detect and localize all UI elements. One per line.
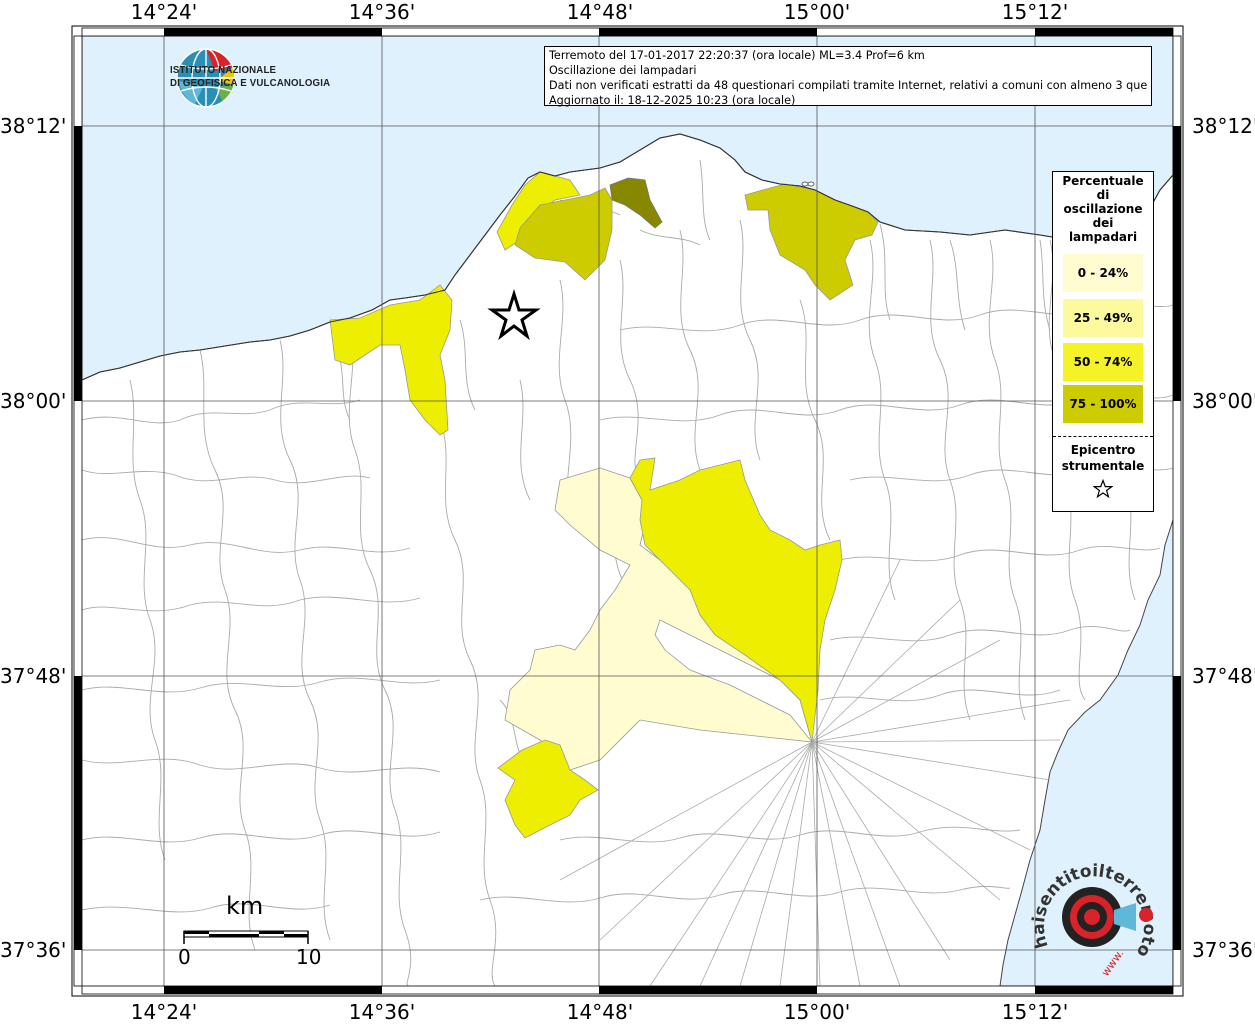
lat-label-left: 38°00' (0, 389, 67, 413)
ingv-name: ISTITUTO NAZIONALE DI GEOFISICA E VULCAN… (170, 64, 330, 90)
lat-label-left: 38°12' (0, 114, 67, 138)
legend-item-75-100: 75 - 100% (1063, 385, 1143, 423)
event-info-line2: Oscillazione dei lampadari (549, 64, 697, 77)
scale-start-label: 0 (178, 945, 191, 969)
star-icon (1093, 479, 1113, 499)
lat-label-right: 38°00' (1192, 389, 1255, 413)
legend-item-25-49: 25 - 49% (1063, 299, 1143, 337)
legend-epicenter-text: Epicentro strumentale (1061, 443, 1145, 473)
lat-label-right: 37°36' (1192, 938, 1255, 962)
legend-epicenter-label: Epicentro strumentale (1053, 442, 1153, 474)
legend-title-text: Percentuale di oscillazione dei lampadar… (1062, 174, 1144, 244)
event-info-line4: Aggiornato il: 18-12-2025 10:23 (ora loc… (549, 94, 796, 107)
lon-label-top: 14°48' (566, 0, 634, 24)
ingv-name-line1: ISTITUTO NAZIONALE (170, 64, 277, 76)
legend-separator (1053, 436, 1153, 437)
lon-label-top: 14°36' (348, 0, 416, 24)
hst-url-text: www. (1099, 947, 1127, 979)
lat-label-right: 37°48' (1192, 664, 1255, 688)
lon-label-bottom: 15°12' (1001, 1000, 1069, 1024)
lat-label-left: 37°36' (0, 938, 67, 962)
lat-label-left: 37°48' (0, 664, 67, 688)
lat-label-right: 38°12' (1192, 114, 1255, 138)
event-info-line1: Terremoto del 17-01-2017 22:20:37 (ora l… (549, 49, 925, 62)
scale-unit-label: km (226, 892, 264, 920)
lon-label-bottom: 14°36' (348, 1000, 416, 1024)
legend: Percentuale di oscillazione dei lampadar… (1052, 171, 1154, 512)
scale-end-label: 10 (296, 945, 322, 969)
event-info-box: Terremoto del 17-01-2017 22:20:37 (ora l… (544, 46, 1152, 107)
ingv-name-line2: DI GEOFISICA E VULCANOLOGIA (170, 77, 331, 89)
lon-label-bottom: 15°00' (783, 1000, 851, 1024)
event-info-line3: Dati non verificati estratti da 48 quest… (549, 79, 1147, 92)
lon-label-bottom: 14°48' (566, 1000, 634, 1024)
legend-title: Percentuale di oscillazione dei lampadar… (1053, 174, 1153, 244)
lon-label-top: 15°00' (783, 0, 851, 24)
lon-label-bottom: 14°24' (130, 1000, 198, 1024)
hst-target-logo: haisentitoilterremoto.it www. (1030, 855, 1159, 979)
legend-item-50-74: 50 - 74% (1063, 343, 1143, 381)
lon-label-top: 15°12' (1001, 0, 1069, 24)
lon-label-top: 14°24' (130, 0, 198, 24)
legend-item-0-24: 0 - 24% (1063, 254, 1143, 292)
